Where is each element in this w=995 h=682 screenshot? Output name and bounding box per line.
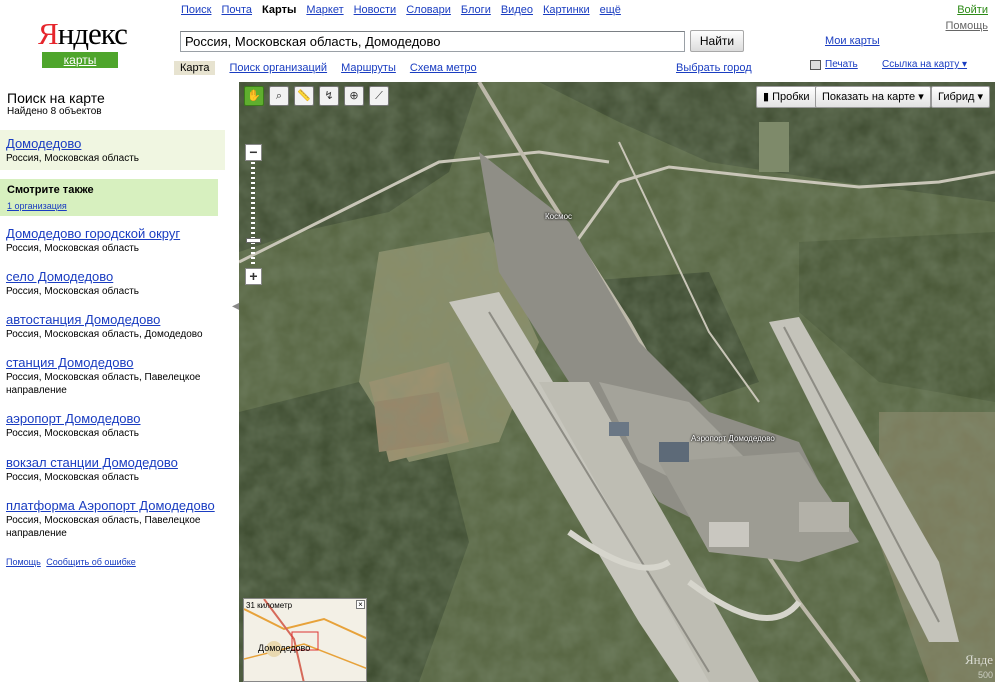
result-address: Россия, Московская область, Домодедово xyxy=(6,329,203,340)
result-name[interactable]: Домодедово городской округ xyxy=(6,226,221,242)
search-button[interactable]: Найти xyxy=(690,30,744,52)
help-link[interactable]: Помощь xyxy=(946,20,989,32)
service-link-search[interactable]: Поиск xyxy=(181,4,211,16)
map-label-airport: Аэропорт Домодедово xyxy=(691,434,775,443)
print-link[interactable]: Печать xyxy=(825,59,858,70)
service-link-blogs[interactable]: Блоги xyxy=(461,4,491,16)
service-link-more[interactable]: ещё xyxy=(600,4,621,16)
services-nav: Поиск Почта Карты Маркет Новости Словари… xyxy=(181,4,621,16)
search-input[interactable] xyxy=(180,31,685,52)
polyline-icon[interactable]: ⟋ xyxy=(369,86,389,106)
zoom-slider[interactable] xyxy=(251,162,255,266)
zoom-control: − + xyxy=(245,144,262,285)
sidebar-help-link[interactable]: Помощь xyxy=(6,557,41,567)
service-link-market[interactable]: Маркет xyxy=(306,4,343,16)
traffic-icon: ▮ xyxy=(763,91,773,103)
see-also-block: Смотрите также 1 организация xyxy=(0,179,218,216)
result-item[interactable]: село Домодедово Россия, Московская облас… xyxy=(6,269,221,298)
sidebar-title: Поиск на карте xyxy=(7,90,105,106)
ruler-icon[interactable]: 📏 xyxy=(294,86,314,106)
result-name[interactable]: Домодедово xyxy=(6,136,225,152)
placemark-icon[interactable]: ⊕ xyxy=(344,86,364,106)
result-name[interactable]: аэропорт Домодедово xyxy=(6,411,221,427)
choose-city-link[interactable]: Выбрать город xyxy=(676,62,752,74)
satellite-imagery xyxy=(239,82,995,682)
service-current-maps: Карты xyxy=(262,4,297,16)
result-item[interactable]: вокзал станции Домодедово Россия, Москов… xyxy=(6,455,221,484)
result-address: Россия, Московская область xyxy=(6,153,139,164)
see-also-title: Смотрите также xyxy=(7,184,94,196)
my-maps-link[interactable]: Мои карты xyxy=(825,35,880,47)
service-link-dictionaries[interactable]: Словари xyxy=(406,4,451,16)
zoom-out-button[interactable]: − xyxy=(245,144,262,161)
tab-org-search[interactable]: Поиск организаций xyxy=(229,61,327,75)
sidebar: Поиск на карте Найдено 8 объектов Домоде… xyxy=(0,82,232,682)
tab-map[interactable]: Карта xyxy=(174,61,216,75)
map-link-dropdown[interactable]: Ссылка на карту ▾ xyxy=(882,59,967,70)
result-name[interactable]: автостанция Домодедово xyxy=(6,312,221,328)
result-item-selected[interactable]: Домодедово Россия, Московская область xyxy=(0,130,225,170)
result-name[interactable]: станция Домодедово xyxy=(6,355,221,371)
printer-icon xyxy=(810,59,821,70)
see-also-link[interactable]: 1 организация xyxy=(7,201,218,211)
chevron-down-icon: ▾ xyxy=(918,91,924,103)
result-address: Россия, Московская область xyxy=(6,472,139,483)
result-item[interactable]: станция Домодедово Россия, Московская об… xyxy=(6,355,221,397)
sidebar-footer: Помощь Сообщить об ошибке xyxy=(6,557,139,567)
result-address: Россия, Московская область xyxy=(6,428,139,439)
yandex-watermark: Янде xyxy=(964,652,993,667)
service-link-news[interactable]: Новости xyxy=(354,4,397,16)
close-icon[interactable]: × xyxy=(356,600,365,609)
service-link-mail[interactable]: Почта xyxy=(221,4,252,16)
result-count: Найдено 8 объектов xyxy=(7,106,102,117)
map-tabs: Карта Поиск организаций Маршруты Схема м… xyxy=(174,61,477,75)
zoom-area-icon[interactable]: ⌕ xyxy=(269,86,289,106)
result-name[interactable]: платформа Аэропорт Домодедово xyxy=(6,498,221,514)
result-address: Россия, Московская область xyxy=(6,243,139,254)
minimap-town-label: Домодедово xyxy=(258,643,311,653)
tab-metro[interactable]: Схема метро xyxy=(410,61,477,75)
traffic-button[interactable]: ▮ Пробки xyxy=(756,86,817,108)
route-icon[interactable]: ↯ xyxy=(319,86,339,106)
zoom-in-button[interactable]: + xyxy=(245,268,262,285)
layer-label: Гибрид xyxy=(938,91,975,103)
logo-wordmark: Яндекс xyxy=(38,16,128,51)
result-name[interactable]: село Домодедово xyxy=(6,269,221,285)
layer-dropdown[interactable]: Гибрид ▾ xyxy=(931,86,991,108)
map-label-kosmos: Космос xyxy=(545,212,573,221)
result-item[interactable]: платформа Аэропорт Домодедово Россия, Мо… xyxy=(6,498,221,540)
hand-icon[interactable]: ✋ xyxy=(244,86,264,106)
yandex-maps-logo[interactable]: Яндекс карты xyxy=(38,16,128,68)
result-address: Россия, Московская область xyxy=(6,286,139,297)
result-address: Россия, Московская область, Павелецкое н… xyxy=(6,372,201,396)
sidebar-collapse-handle[interactable]: ◀ xyxy=(232,300,240,314)
report-error-link[interactable]: Сообщить об ошибке xyxy=(46,557,136,567)
service-link-video[interactable]: Видео xyxy=(501,4,533,16)
result-item[interactable]: Домодедово городской округ Россия, Моско… xyxy=(6,226,221,255)
zoom-slider-thumb[interactable] xyxy=(246,238,261,243)
result-name[interactable]: вокзал станции Домодедово xyxy=(6,455,221,471)
login-link[interactable]: Войти xyxy=(957,4,988,16)
service-link-images[interactable]: Картинки xyxy=(543,4,590,16)
chevron-down-icon: ▾ xyxy=(977,91,984,103)
traffic-label: Пробки xyxy=(772,91,810,103)
logo-maps-link[interactable]: карты xyxy=(42,52,118,68)
scale-label: 500 xyxy=(977,670,993,680)
page: Яндекс карты Поиск Почта Карты Маркет Но… xyxy=(0,0,995,682)
header: Яндекс карты Поиск Почта Карты Маркет Но… xyxy=(0,0,995,82)
print-control[interactable]: Печать xyxy=(810,59,858,70)
result-address: Россия, Московская область, Павелецкое н… xyxy=(6,515,201,539)
result-item[interactable]: аэропорт Домодедово Россия, Московская о… xyxy=(6,411,221,440)
overview-minimap[interactable]: 31 километр Домодедово × xyxy=(243,598,367,682)
show-on-map-label: Показать на карте xyxy=(822,91,916,103)
minimap-roads xyxy=(244,599,366,681)
minimap-km-label: 31 километр xyxy=(246,601,293,610)
result-item[interactable]: автостанция Домодедово Россия, Московска… xyxy=(6,312,221,341)
show-on-map-dropdown[interactable]: Показать на карте ▾ xyxy=(815,86,931,108)
satellite-map[interactable]: ✋ ⌕ 📏 ↯ ⊕ ⟋ ▮ Пробки Показать на карте ▾… xyxy=(239,82,995,682)
tab-routes[interactable]: Маршруты xyxy=(341,61,396,75)
